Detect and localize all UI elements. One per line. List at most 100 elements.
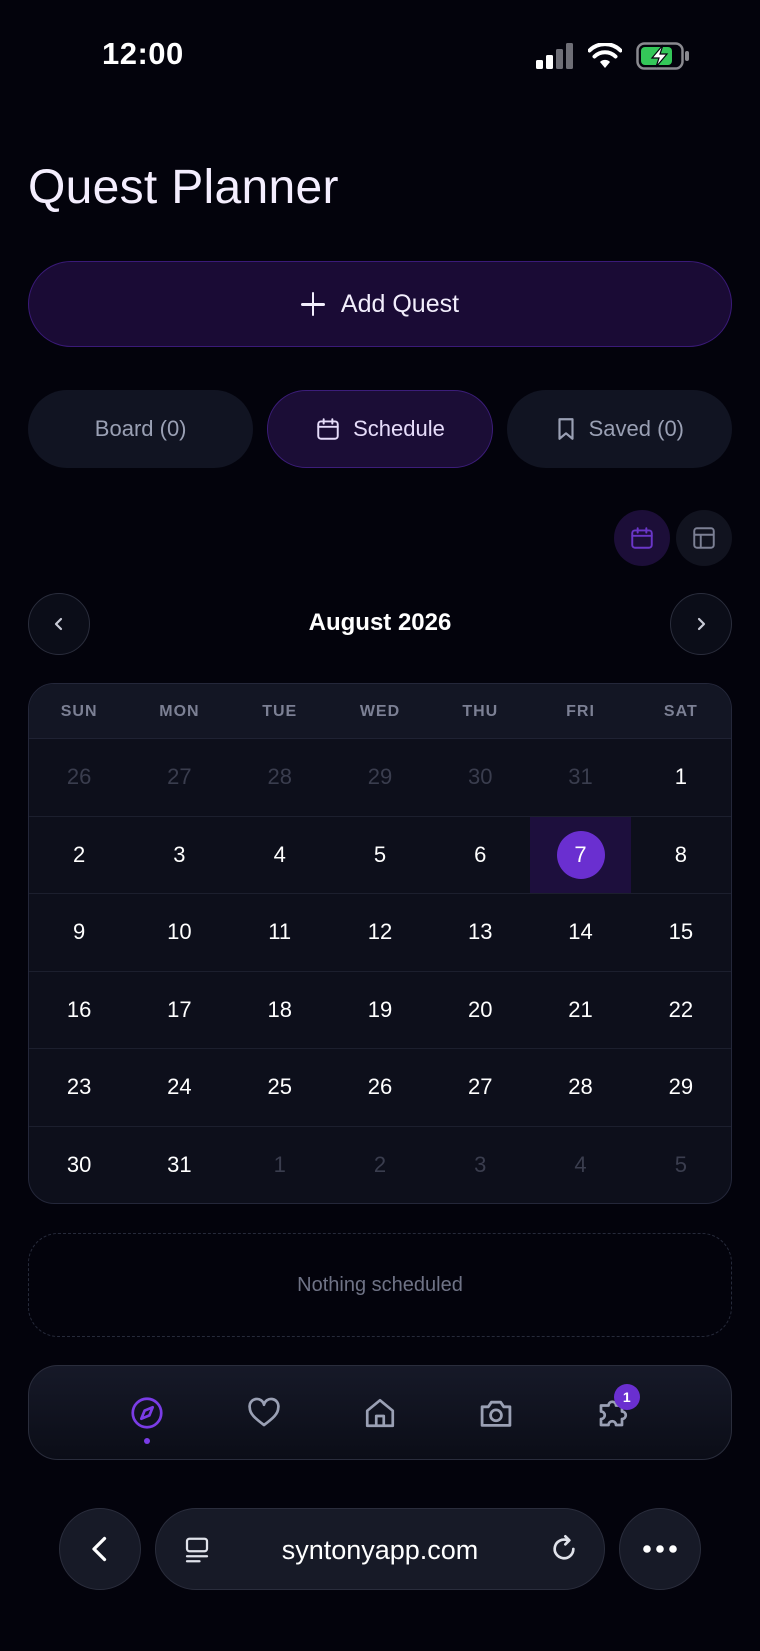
add-quest-button[interactable]: Add Quest (28, 261, 732, 347)
calendar-day[interactable]: 18 (230, 972, 330, 1049)
view-toggle (614, 510, 732, 566)
calendar-day[interactable]: 5 (330, 817, 430, 894)
next-month-button[interactable] (670, 593, 732, 655)
calendar-day[interactable]: 31 (129, 1127, 229, 1204)
calendar-day-outside[interactable]: 4 (530, 1127, 630, 1204)
nav-explore[interactable] (122, 1388, 172, 1444)
calendar-day[interactable]: 21 (530, 972, 630, 1049)
status-icons (536, 42, 690, 70)
calendar-day-outside[interactable]: 27 (129, 739, 229, 816)
bottom-navigation: 1 (28, 1365, 732, 1460)
status-bar: 12:00 (0, 0, 760, 110)
tab-bar: Board (0) Schedule Saved (0) (28, 390, 732, 468)
add-quest-label: Add Quest (340, 289, 460, 318)
calendar-day-outside[interactable]: 29 (330, 739, 430, 816)
camera-icon (481, 1400, 512, 1427)
chevron-left-icon (92, 1536, 107, 1562)
table-icon (693, 527, 715, 549)
calendar-day[interactable]: 6 (430, 817, 530, 894)
weekday-label: FRI (566, 703, 595, 720)
heart-icon (247, 1397, 280, 1426)
browser-back-button[interactable] (59, 1508, 141, 1590)
calendar-day[interactable]: 12 (330, 894, 430, 971)
calendar-day[interactable]: 9 (29, 894, 129, 971)
calendar-day[interactable]: 19 (330, 972, 430, 1049)
month-label: August 2026 (308, 609, 452, 636)
weekday-label: SUN (60, 703, 98, 720)
calendar-week: 9 10 11 12 13 14 15 (29, 894, 731, 972)
weekday-label: TUE (262, 703, 298, 720)
bookmark-icon (558, 418, 574, 440)
calendar-view-button[interactable] (614, 510, 670, 566)
calendar-day[interactable]: 25 (230, 1049, 330, 1126)
chevron-right-icon (697, 617, 706, 631)
calendar-grid: SUN MON TUE WED THU FRI SAT 26 27 28 29 … (28, 683, 732, 1204)
month-navigation: August 2026 (28, 593, 732, 655)
weekday-label: WED (359, 703, 401, 720)
calendar-day[interactable]: 15 (631, 894, 731, 971)
empty-state: Nothing scheduled (28, 1233, 732, 1337)
weekday-label: MON (159, 703, 200, 720)
wifi-icon (588, 43, 622, 68)
weekday-label: SAT (663, 703, 698, 720)
calendar-day[interactable]: 27 (430, 1049, 530, 1126)
browser-more-button[interactable] (619, 1508, 701, 1590)
calendar-day[interactable]: 4 (230, 817, 330, 894)
calendar-day-outside[interactable]: 5 (631, 1127, 731, 1204)
calendar-day[interactable]: 8 (631, 817, 731, 894)
calendar-day[interactable]: 3 (129, 817, 229, 894)
more-icon (643, 1545, 677, 1553)
calendar-day[interactable]: 13 (430, 894, 530, 971)
notification-badge: 1 (613, 1383, 640, 1410)
tab-schedule[interactable]: Schedule (267, 390, 493, 468)
calendar-day-outside[interactable]: 2 (330, 1127, 430, 1204)
calendar-day-outside[interactable]: 3 (430, 1127, 530, 1204)
weekday-header: SUN MON TUE WED THU FRI SAT (29, 684, 731, 739)
calendar-week: 23 24 25 26 27 28 29 (29, 1049, 731, 1127)
active-indicator (144, 1437, 151, 1444)
calendar-day[interactable]: 20 (430, 972, 530, 1049)
tab-saved-label: Saved (0) (588, 416, 685, 441)
tab-board[interactable]: Board (0) (28, 390, 254, 468)
url-text: syntonyapp.com (281, 1535, 479, 1565)
calendar-day[interactable]: 2 (29, 817, 129, 894)
page-title: Quest Planner (28, 161, 339, 214)
calendar-day-outside[interactable]: 28 (230, 739, 330, 816)
today-marker: 7 (556, 830, 605, 879)
calendar-day[interactable]: 30 (29, 1127, 129, 1204)
calendar-day[interactable]: 22 (631, 972, 731, 1049)
nav-favorites[interactable] (239, 1388, 289, 1438)
table-view-button[interactable] (676, 510, 732, 566)
calendar-day-outside[interactable]: 1 (230, 1127, 330, 1204)
reload-icon[interactable] (548, 1533, 580, 1565)
calendar-day-outside[interactable]: 31 (530, 739, 630, 816)
calendar-day-outside[interactable]: 26 (29, 739, 129, 816)
calendar-day[interactable]: 16 (29, 972, 129, 1049)
home-icon (365, 1398, 395, 1427)
calendar-icon (631, 527, 653, 549)
tab-schedule-label: Schedule (353, 416, 445, 441)
calendar-day-today[interactable]: 7 (530, 816, 631, 893)
calendar-week: 30 31 1 2 3 4 5 (29, 1127, 731, 1204)
calendar-week: 26 27 28 29 30 31 1 (29, 739, 731, 817)
calendar-day[interactable]: 26 (330, 1049, 430, 1126)
nav-home[interactable] (355, 1388, 405, 1438)
browser-toolbar: syntonyapp.com (0, 1508, 760, 1592)
nav-camera[interactable] (471, 1388, 521, 1438)
calendar-day[interactable]: 11 (230, 894, 330, 971)
calendar-day-outside[interactable]: 30 (430, 739, 530, 816)
nav-extensions[interactable]: 1 (588, 1383, 640, 1438)
tab-board-label: Board (0) (94, 416, 187, 441)
calendar-day[interactable]: 1 (631, 739, 731, 816)
calendar-day[interactable]: 17 (129, 972, 229, 1049)
calendar-day[interactable]: 24 (129, 1049, 229, 1126)
battery-charging-icon (636, 42, 689, 70)
calendar-day[interactable]: 14 (530, 894, 630, 971)
calendar-day[interactable]: 23 (29, 1049, 129, 1126)
address-bar[interactable]: syntonyapp.com (155, 1508, 605, 1590)
calendar-day[interactable]: 29 (631, 1049, 731, 1126)
calendar-day[interactable]: 28 (530, 1049, 630, 1126)
weekday-label: THU (462, 703, 499, 720)
calendar-day[interactable]: 10 (129, 894, 229, 971)
tab-saved[interactable]: Saved (0) (506, 390, 732, 468)
